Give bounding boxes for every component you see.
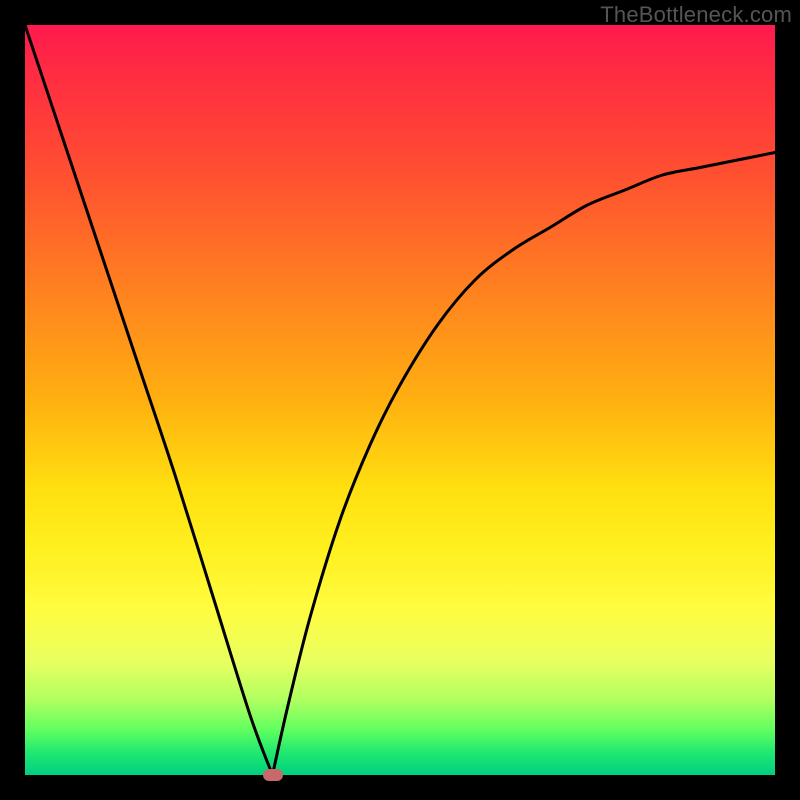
watermark-text: TheBottleneck.com [600,2,792,28]
bottleneck-curve [25,25,775,775]
optimum-marker [263,769,283,781]
chart-frame: TheBottleneck.com [0,0,800,800]
plot-area [25,25,775,775]
